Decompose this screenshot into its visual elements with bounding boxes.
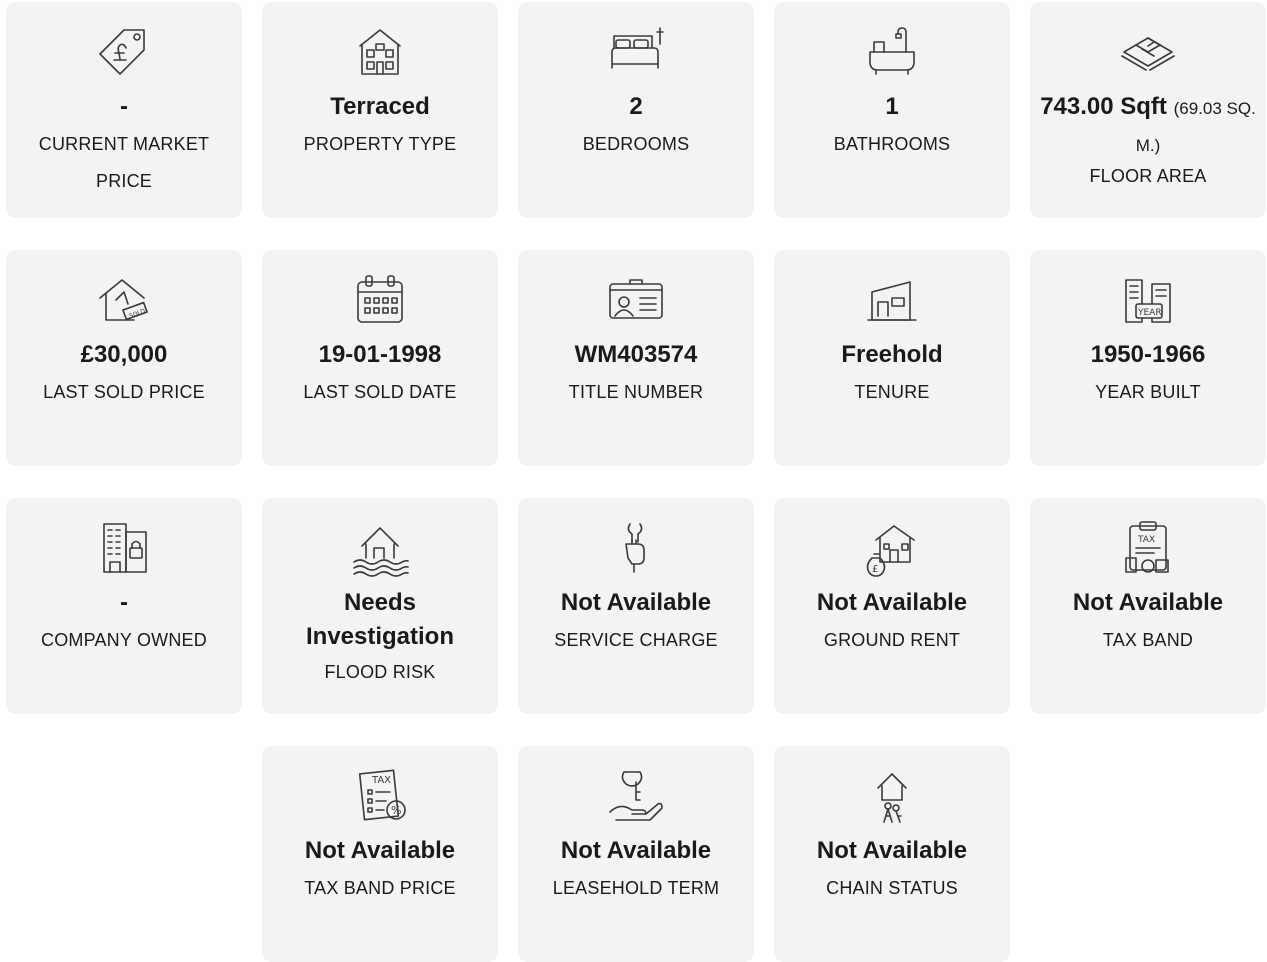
company-building-lock-icon [6, 516, 242, 580]
svg-text:%: % [391, 804, 401, 817]
card-tenure: Freehold TENURE [774, 250, 1010, 466]
card-value: 743.00 Sqft (69.03 SQ. M.) [1036, 90, 1260, 164]
card-label: TAX BAND PRICE [304, 878, 456, 898]
card-company-owned: - COMPANY OWNED [6, 498, 242, 714]
card-label: TENURE [854, 382, 930, 402]
svg-text:SOLD: SOLD [128, 308, 146, 320]
card-label: TAX BAND [1102, 630, 1194, 650]
card-label: COMPANY OWNED [41, 630, 207, 650]
card-label: CHAIN STATUS [826, 878, 958, 898]
flood-house-icon [262, 516, 498, 580]
card-tax-band-price: TAX% Not Available TAX BAND PRICE [262, 746, 498, 962]
svg-text:£: £ [872, 564, 878, 575]
card-value: 2 [629, 93, 643, 120]
card-value: Terraced [330, 93, 430, 120]
card-value: - [120, 93, 128, 120]
card-service-charge: Not Available SERVICE CHARGE [518, 498, 754, 714]
card-value: Not Available [560, 837, 712, 864]
card-value: 1 [885, 93, 899, 120]
svg-text:TAX: TAX [1137, 535, 1155, 545]
card-current-market-price: - CURRENT MARKET PRICE [6, 2, 242, 218]
card-year-built: YEAR 1950-1966 YEAR BUILT [1030, 250, 1266, 466]
wrench-hand-icon [518, 516, 754, 580]
sold-house-icon: SOLD [6, 268, 242, 332]
calendar-icon [262, 268, 498, 332]
svg-text:YEAR: YEAR [1137, 308, 1162, 318]
card-label: PROPERTY TYPE [303, 134, 457, 154]
card-floor-area: 743.00 Sqft (69.03 SQ. M.) FLOOR AREA [1030, 2, 1266, 218]
card-label: BEDROOMS [582, 134, 690, 154]
card-label: LAST SOLD DATE [303, 382, 457, 402]
card-label: LEASEHOLD TERM [552, 878, 720, 898]
card-property-type: Terraced PROPERTY TYPE [262, 2, 498, 218]
card-value: Freehold [841, 341, 943, 368]
card-flood-risk: Needs Investigation FLOOD RISK [262, 498, 498, 714]
card-leasehold-term: Not Available LEASEHOLD TERM [518, 746, 754, 962]
card-label: FLOOD RISK [324, 662, 436, 682]
key-hand-icon [518, 764, 754, 828]
freehold-house-icon [774, 268, 1010, 332]
bed-icon [518, 20, 754, 84]
floor-area-sqft: 743.00 Sqft [1040, 93, 1167, 120]
card-chain-status: Not Available CHAIN STATUS [774, 746, 1010, 962]
svg-text:TAX: TAX [371, 775, 391, 786]
card-value: Not Available [816, 589, 968, 616]
card-label: SERVICE CHARGE [554, 630, 718, 650]
house-money-bag-icon: £ [774, 516, 1010, 580]
card-bedrooms: 2 BEDROOMS [518, 2, 754, 218]
id-card-icon [518, 268, 754, 332]
card-value: Not Available [304, 837, 456, 864]
townhouse-icon [262, 20, 498, 84]
card-bathrooms: 1 BATHROOMS [774, 2, 1010, 218]
bathtub-icon [774, 20, 1010, 84]
floor-plan-icon [1030, 20, 1266, 84]
card-tax-band: TAX Not Available TAX BAND [1030, 498, 1266, 714]
card-last-sold-date: 19-01-1998 LAST SOLD DATE [262, 250, 498, 466]
card-value: WM403574 [574, 341, 698, 368]
card-last-sold-price: SOLD £30,000 LAST SOLD PRICE [6, 250, 242, 466]
card-value: - [120, 589, 128, 616]
card-value: 19-01-1998 [318, 341, 442, 368]
card-value: Needs Investigation [305, 589, 455, 650]
card-value: Not Available [816, 837, 968, 864]
card-value: Not Available [1072, 589, 1224, 616]
tax-document-percent-icon: TAX% [262, 764, 498, 828]
house-keys-icon [774, 764, 1010, 828]
price-tag-pound-icon [6, 20, 242, 84]
card-value: £30,000 [80, 341, 168, 368]
card-label: FLOOR AREA [1089, 166, 1207, 186]
year-building-icon: YEAR [1030, 268, 1266, 332]
card-title-number: WM403574 TITLE NUMBER [518, 250, 754, 466]
card-label: TITLE NUMBER [568, 382, 704, 402]
card-label: LAST SOLD PRICE [43, 382, 205, 402]
card-value: 1950-1966 [1090, 341, 1206, 368]
card-label: BATHROOMS [833, 134, 951, 154]
card-label: CURRENT MARKET PRICE [38, 134, 210, 191]
card-ground-rent: £ Not Available GROUND RENT [774, 498, 1010, 714]
card-label: YEAR BUILT [1095, 382, 1201, 402]
tax-clipboard-icon: TAX [1030, 516, 1266, 580]
card-value: Not Available [560, 589, 712, 616]
card-label: GROUND RENT [823, 630, 961, 650]
